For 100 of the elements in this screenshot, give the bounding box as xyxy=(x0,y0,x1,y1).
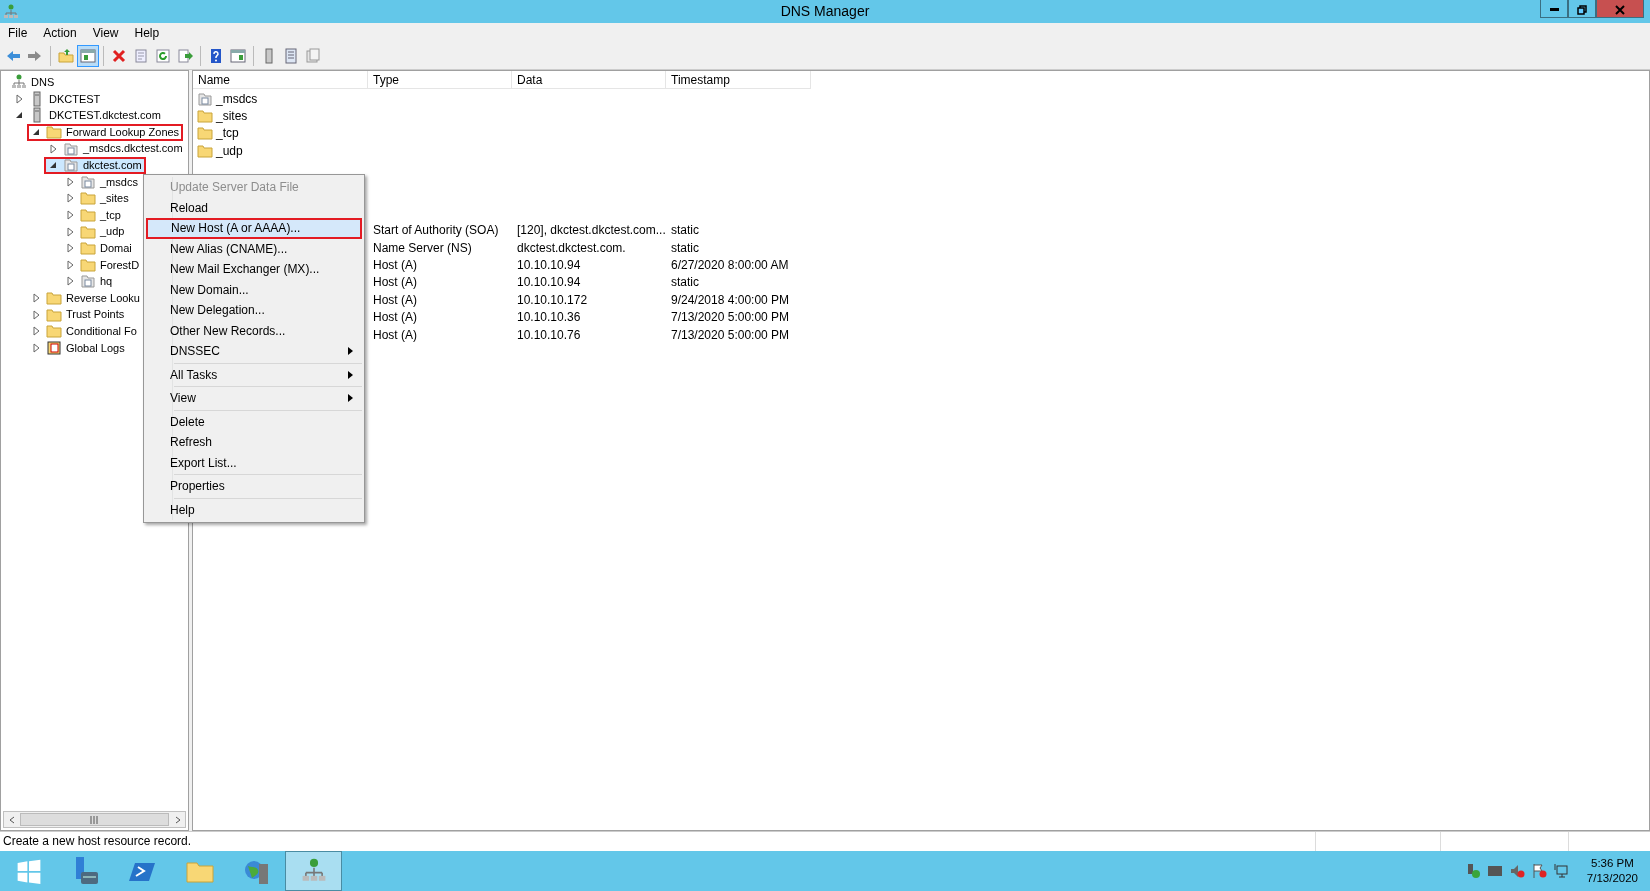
table-cell: Host (A) xyxy=(373,327,417,342)
submenu-arrow-icon xyxy=(348,394,353,403)
tree-item[interactable]: _msdcs.dkctest.com xyxy=(44,140,187,158)
expand-arrow-icon xyxy=(48,143,58,154)
table-cell: dkctest.dkctest.com. xyxy=(517,240,626,255)
tree-item[interactable]: Trust Points xyxy=(27,306,129,324)
windows-icon xyxy=(15,858,42,884)
collapse-arrow-icon xyxy=(31,127,41,138)
vm-icon xyxy=(1486,863,1503,879)
folder-icon xyxy=(46,306,62,323)
column-header[interactable]: Data xyxy=(512,71,666,89)
expand-arrow-icon xyxy=(65,259,75,270)
table-cell: 10.10.10.94 xyxy=(517,258,581,273)
expand-arrow-icon xyxy=(65,193,75,204)
item-name[interactable]: _udp xyxy=(216,141,243,160)
table-cell: 10.10.10.172 xyxy=(517,292,588,307)
menu-item[interactable]: View xyxy=(84,23,127,43)
menu-item[interactable]: New Delegation... xyxy=(146,300,362,321)
menu-item[interactable]: Reload xyxy=(146,197,362,218)
column-header[interactable]: Name xyxy=(193,71,368,89)
network-icon xyxy=(300,858,327,884)
column-header[interactable]: Type xyxy=(368,71,512,89)
tree-item[interactable]: dkctest.com xyxy=(44,156,146,174)
folder-icon xyxy=(197,125,213,142)
menu-item[interactable]: New Mail Exchanger (MX)... xyxy=(146,259,362,280)
menu-item[interactable]: Properties xyxy=(146,476,362,497)
menu-item[interactable]: Delete xyxy=(146,411,362,432)
horizontal-scrollbar[interactable] xyxy=(3,811,186,828)
tree-item[interactable]: _sites xyxy=(61,189,133,207)
item-name[interactable]: _tcp xyxy=(216,124,239,143)
restore-icon xyxy=(1577,4,1587,15)
menu-item[interactable]: Refresh xyxy=(146,432,362,453)
tree-item[interactable]: Global Logs xyxy=(27,339,129,357)
network-monitor-icon xyxy=(1552,863,1569,879)
expand-arrow-icon xyxy=(65,176,75,187)
clock[interactable]: 5:36 PM 7/13/2020 xyxy=(1574,856,1650,886)
folder-icon xyxy=(46,124,62,141)
close-button[interactable] xyxy=(1596,0,1644,18)
menu-item[interactable]: Help xyxy=(126,23,168,43)
toolbar-button[interactable] xyxy=(77,45,99,67)
expand-arrow-icon xyxy=(65,276,75,287)
menu-item[interactable]: All Tasks xyxy=(146,364,362,385)
menu-item[interactable]: New Alias (CNAME)... xyxy=(146,238,362,259)
table-cell: [120], dkctest.dkctest.com... xyxy=(517,223,666,238)
restore-button[interactable] xyxy=(1568,0,1596,18)
minimize-icon xyxy=(1549,8,1559,12)
help-icon xyxy=(208,47,224,65)
expand-arrow-icon xyxy=(31,326,41,337)
table-cell: Host (A) xyxy=(373,275,417,290)
expand-arrow-icon xyxy=(65,226,75,237)
submenu-arrow-icon xyxy=(348,347,353,356)
pane-icon xyxy=(230,47,246,65)
tree-item[interactable]: Domai xyxy=(61,239,136,257)
expand-arrow-icon xyxy=(31,342,41,353)
tree-item[interactable]: DNS xyxy=(7,73,59,91)
table-cell: Host (A) xyxy=(373,258,417,273)
refresh-icon xyxy=(155,47,171,65)
minimize-button[interactable] xyxy=(1540,0,1568,18)
expand-arrow-icon xyxy=(65,210,75,221)
close-icon xyxy=(1615,4,1625,15)
tree-item[interactable]: Forward Lookup Zones xyxy=(27,123,184,141)
grip-icon xyxy=(90,815,99,824)
table-cell: static xyxy=(671,275,699,290)
taskbar-button[interactable] xyxy=(285,851,342,891)
tree-item[interactable]: Conditional Fo xyxy=(27,322,141,340)
menu-item[interactable]: Other New Records... xyxy=(146,320,362,341)
tree-item[interactable]: hq xyxy=(61,272,117,290)
folder-up-icon xyxy=(58,47,74,65)
tree-item[interactable]: _msdcs xyxy=(61,173,142,191)
menu-item[interactable]: Help xyxy=(146,499,362,520)
column-header[interactable]: Timestamp xyxy=(666,71,811,89)
tree-item[interactable]: _tcp xyxy=(61,206,125,224)
table-cell: 10.10.10.76 xyxy=(517,327,581,342)
table-cell: 7/13/2020 5:00:00 PM xyxy=(671,310,790,325)
flag-error-icon xyxy=(1530,863,1547,879)
folder-icon xyxy=(46,323,62,340)
menu-item[interactable]: DNSSEC xyxy=(146,341,362,362)
table-cell: 6/27/2020 8:00:00 AM xyxy=(671,258,789,273)
collapse-arrow-icon xyxy=(48,160,58,171)
menu-item[interactable]: View xyxy=(146,388,362,409)
scrollbar-thumb[interactable] xyxy=(20,813,169,826)
delete-icon xyxy=(111,47,127,65)
expand-arrow-icon xyxy=(31,309,41,320)
tree-item[interactable]: ForestD xyxy=(61,256,144,274)
tree-item[interactable]: Reverse Looku xyxy=(27,289,144,307)
folder-icon xyxy=(80,240,96,257)
pane-icon xyxy=(80,47,96,65)
item-name[interactable]: _msdcs xyxy=(216,89,258,108)
item-name[interactable]: _sites xyxy=(216,107,248,126)
menu-item[interactable]: New Domain... xyxy=(146,279,362,300)
table-cell: 10.10.10.94 xyxy=(517,275,581,290)
menu-item[interactable]: File xyxy=(0,23,36,43)
menu-item[interactable]: Export List... xyxy=(146,452,362,473)
tree-item[interactable]: DKCTEST.dkctest.com xyxy=(10,107,165,124)
tree-item[interactable]: DKCTEST xyxy=(10,90,105,108)
menu-item[interactable]: New Host (A or AAAA)... xyxy=(146,218,362,239)
tree-item[interactable]: _udp xyxy=(61,223,129,241)
menu-item[interactable]: Action xyxy=(35,23,85,43)
network-icon xyxy=(3,3,19,20)
export-icon xyxy=(177,47,193,65)
